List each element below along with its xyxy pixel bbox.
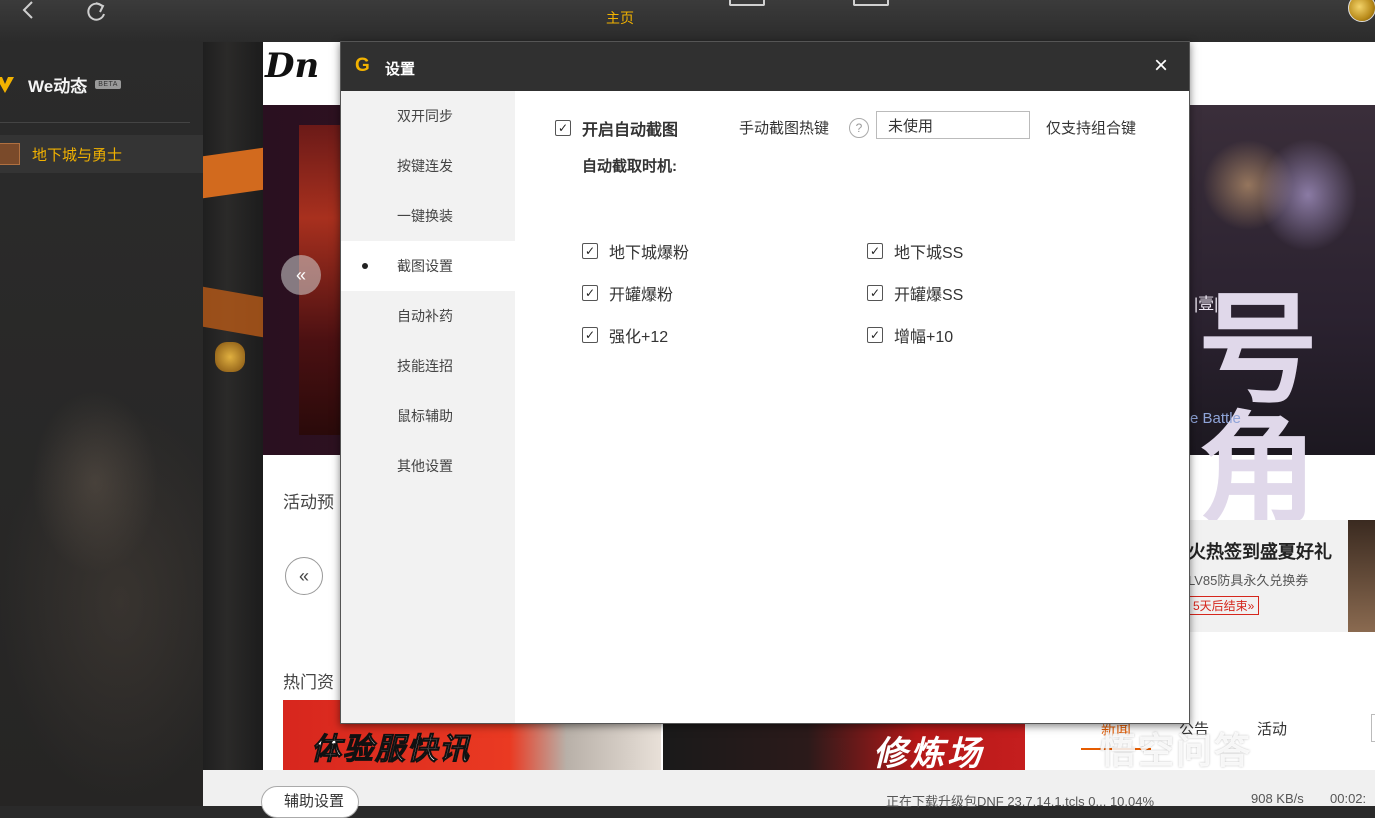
menu-item-label: 一键换装 bbox=[397, 208, 453, 224]
menu-item-label: 其他设置 bbox=[397, 458, 453, 474]
assist-settings-label: 辅助设置 bbox=[284, 793, 345, 810]
tab-activities[interactable]: 活动 bbox=[1257, 718, 1287, 739]
banner-subtitle: e Battle bbox=[1190, 410, 1241, 427]
timing-label: 自动截取时机: bbox=[582, 158, 677, 175]
watermark: 悟空问答 bbox=[1100, 730, 1253, 771]
beta-badge: BETA bbox=[95, 79, 121, 89]
option-label: 地下城SS bbox=[894, 245, 964, 262]
sidebar: We动态 BETA 地下城与勇士 bbox=[0, 42, 203, 806]
activity-prev-button[interactable]: « bbox=[285, 557, 323, 595]
home-tab[interactable]: 主页 bbox=[606, 8, 634, 28]
option-label: 强化+12 bbox=[609, 329, 669, 346]
option-dungeon-ss-checkbox[interactable]: ✓ 地下城SS bbox=[867, 239, 963, 263]
checkbox-check-icon: ✓ bbox=[582, 243, 598, 259]
news-thumbnail-2[interactable]: 修炼场 bbox=[663, 722, 1025, 770]
checkbox-check-icon: ✓ bbox=[555, 120, 571, 136]
dialog-titlebar[interactable]: G 设置 × bbox=[341, 42, 1189, 91]
menu-item-label: 自动补药 bbox=[397, 308, 453, 324]
brand-name: We动态 bbox=[28, 76, 88, 96]
option-label: 增幅+10 bbox=[894, 329, 954, 346]
window-icon[interactable] bbox=[729, 0, 765, 6]
sidebar-item-label: 地下城与勇士 bbox=[32, 146, 123, 164]
decorative-art-strip bbox=[203, 42, 263, 770]
sidebar-divider bbox=[0, 122, 190, 123]
hotkey-label: 手动截图热键 bbox=[739, 120, 830, 137]
option-jar-pink-checkbox[interactable]: ✓ 开罐爆粉 bbox=[582, 281, 673, 305]
chevron-left-icon[interactable] bbox=[18, 0, 40, 22]
auto-screenshot-checkbox[interactable]: ✓ 开启自动截图 bbox=[555, 116, 678, 140]
we-logo-icon bbox=[0, 77, 14, 93]
option-amplify-10-checkbox[interactable]: ✓ 增幅+10 bbox=[867, 323, 953, 347]
orange-ribbon-art-2 bbox=[203, 286, 263, 338]
dnf-logo[interactable]: Dn bbox=[265, 46, 339, 104]
more-button[interactable] bbox=[1371, 714, 1375, 742]
assist-settings-button[interactable]: 辅助设置 bbox=[261, 786, 360, 818]
banner-prev-button[interactable]: « bbox=[281, 255, 321, 295]
menu-item-screenshot-settings[interactable]: 截图设置 bbox=[341, 241, 515, 291]
option-label: 开罐爆粉 bbox=[609, 287, 674, 304]
option-label: 开罐爆SS bbox=[894, 287, 964, 304]
dialog-title: 设置 bbox=[385, 61, 416, 78]
settings-menu: 双开同步 按键连发 一键换装 截图设置 自动补药 技能连招 鼠标辅助 其他设置 bbox=[341, 91, 515, 723]
thumbnail-2-text: 修炼场 bbox=[873, 735, 984, 770]
option-enhance-12-checkbox[interactable]: ✓ 强化+12 bbox=[582, 323, 668, 347]
activity-section-title: 活动预 bbox=[283, 493, 334, 512]
download-time: 00:02: bbox=[1330, 791, 1367, 806]
menu-item-quick-equip[interactable]: 一键换装 bbox=[341, 191, 515, 241]
menu-item-label: 技能连招 bbox=[397, 358, 453, 374]
hotkey-input[interactable] bbox=[876, 111, 1030, 139]
double-chevron-left-icon: « bbox=[298, 565, 309, 586]
close-button[interactable]: × bbox=[1147, 52, 1175, 80]
menu-item-label: 截图设置 bbox=[397, 258, 453, 274]
thumbnail-1-text: 体验服快讯 bbox=[311, 733, 471, 767]
option-jar-ss-checkbox[interactable]: ✓ 开罐爆SS bbox=[867, 281, 963, 305]
menu-item-label: 按键连发 bbox=[397, 158, 453, 174]
promo-countdown[interactable]: 5天后结束» bbox=[1188, 596, 1260, 615]
option-label: 地下城爆粉 bbox=[609, 245, 690, 262]
we-dynamic-brand[interactable]: We动态 BETA bbox=[0, 70, 121, 98]
menu-item-skill-combo[interactable]: 技能连招 bbox=[341, 341, 515, 391]
option-dungeon-pink-checkbox[interactable]: ✓ 地下城爆粉 bbox=[582, 239, 689, 263]
menu-item-key-repeat[interactable]: 按键连发 bbox=[341, 141, 515, 191]
auto-screenshot-label: 开启自动截图 bbox=[582, 122, 679, 139]
sidebar-item-dnf[interactable]: 地下城与勇士 bbox=[0, 135, 203, 173]
promo-subtitle: LV85防具永久兑换券 bbox=[1188, 573, 1309, 588]
avatar[interactable] bbox=[1348, 0, 1375, 22]
status-bar: 辅助设置 正在下载升级包DNF 23.7.14.1.tcls 0... 10.0… bbox=[203, 770, 1375, 818]
menu-item-mouse-assist[interactable]: 鼠标辅助 bbox=[341, 391, 515, 441]
double-chevron-left-icon: « bbox=[295, 264, 306, 285]
promo-character-art bbox=[1348, 520, 1375, 632]
screenshot-settings-panel: ✓ 开启自动截图 手动截图热键 ? 仅支持组合键 自动截取时机: ✓ 地下城爆粉… bbox=[515, 91, 1189, 723]
checkbox-check-icon: ✓ bbox=[867, 243, 883, 259]
download-status: 正在下载升级包DNF 23.7.14.1.tcls 0... 10.04% bbox=[886, 794, 1155, 809]
refresh-icon[interactable] bbox=[82, 0, 110, 22]
checkbox-check-icon: ✓ bbox=[867, 285, 883, 301]
app-g-icon: G bbox=[355, 55, 370, 76]
dnf-game-icon bbox=[0, 143, 20, 165]
menu-item-dual-sync[interactable]: 双开同步 bbox=[341, 91, 515, 141]
menu-item-label: 鼠标辅助 bbox=[397, 408, 453, 424]
active-dot-icon bbox=[362, 263, 368, 269]
settings-dialog: G 设置 × 双开同步 按键连发 一键换装 截图设置 自动补药 技能连招 鼠标辅… bbox=[340, 41, 1190, 724]
checkbox-check-icon: ✓ bbox=[582, 327, 598, 343]
banner-right-art: |壹| 号角 e Battle bbox=[1188, 105, 1375, 530]
hot-news-section-title: 热门资 bbox=[283, 673, 334, 692]
download-speed: 908 KB/s bbox=[1251, 791, 1304, 806]
promo-card[interactable]: 火热签到盛夏好礼 LV85防具永久兑换券 5天后结束» bbox=[1188, 520, 1375, 632]
help-icon[interactable]: ? bbox=[849, 118, 869, 138]
window-icon-2[interactable] bbox=[853, 0, 889, 6]
checkbox-check-icon: ✓ bbox=[867, 327, 883, 343]
hotkey-note: 仅支持组合键 bbox=[1046, 120, 1137, 137]
orange-ribbon-art bbox=[203, 147, 263, 199]
promo-title: 火热签到盛夏好礼 bbox=[1188, 542, 1332, 562]
top-bar: 主页 bbox=[0, 0, 1375, 42]
menu-item-auto-potion[interactable]: 自动补药 bbox=[341, 291, 515, 341]
gold-emblem-art bbox=[215, 342, 245, 372]
checkbox-check-icon: ✓ bbox=[582, 285, 598, 301]
menu-item-other-settings[interactable]: 其他设置 bbox=[341, 441, 515, 491]
menu-item-label: 双开同步 bbox=[397, 108, 453, 124]
